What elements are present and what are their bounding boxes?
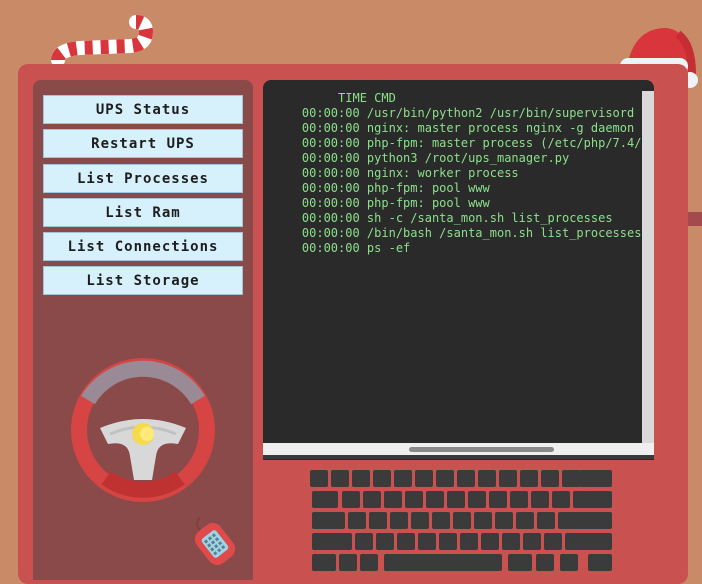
screen-base: [263, 455, 654, 459]
restart-ups-button[interactable]: Restart UPS: [43, 129, 243, 158]
keyboard-key: [520, 470, 538, 487]
keyboard-key: [342, 491, 360, 508]
list-processes-button[interactable]: List Processes: [43, 164, 243, 193]
keyboard-key: [394, 470, 412, 487]
luggage-tag-icon: [194, 517, 236, 565]
terminal-header-line: TIME CMD: [273, 91, 396, 105]
keyboard-key: [544, 533, 562, 550]
keyboard-key: [331, 470, 349, 487]
keyboard-key: [312, 491, 338, 508]
keyboard-key: [415, 470, 433, 487]
keyboard-key: [481, 533, 499, 550]
keyboard-key: [560, 554, 578, 571]
keyboard-key: [468, 491, 486, 508]
keyboard-key: [516, 512, 534, 529]
terminal-line: 00:00:00 /bin/bash /santa_mon.sh list_pr…: [273, 226, 641, 240]
keyboard-key: [339, 554, 357, 571]
terminal-line: 00:00:00 php-fpm: pool www: [273, 181, 490, 195]
ups-status-button[interactable]: UPS Status: [43, 95, 243, 124]
process-list: TIME CMD 00:00:00 /usr/bin/python2 /usr/…: [273, 91, 641, 256]
console-side-pipe: [688, 212, 702, 226]
keyboard-key: [418, 533, 436, 550]
keyboard: [310, 470, 615, 580]
keyboard-key: [565, 533, 612, 550]
keyboard-key: [397, 533, 415, 550]
keyboard-key: [411, 512, 429, 529]
keyboard-key: [474, 512, 492, 529]
keyboard-key: [508, 554, 532, 571]
keyboard-key: [536, 554, 554, 571]
keyboard-key: [376, 533, 394, 550]
steering-wheel-icon: [71, 358, 215, 502]
keyboard-key: [352, 470, 370, 487]
terminal-line: 00:00:00 python3 /root/ups_manager.py: [273, 151, 570, 165]
keyboard-key: [502, 533, 520, 550]
horizontal-scrollbar-thumb[interactable]: [409, 447, 554, 452]
keyboard-key: [588, 554, 612, 571]
keyboard-key: [495, 512, 513, 529]
list-storage-button[interactable]: List Storage: [43, 266, 243, 295]
keyboard-key: [453, 512, 471, 529]
keyboard-key: [562, 470, 580, 487]
keyboard-key: [439, 533, 457, 550]
terminal-output: TIME CMD 00:00:00 /usr/bin/python2 /usr/…: [263, 80, 641, 442]
terminal-line: 00:00:00 ps -ef: [273, 241, 411, 255]
keyboard-key: [348, 512, 366, 529]
keyboard-key: [432, 512, 450, 529]
keyboard-key: [510, 491, 528, 508]
keyboard-key: [436, 470, 454, 487]
keyboard-key: [478, 470, 496, 487]
candy-cane-icon: [51, 15, 154, 67]
keyboard-key: [312, 554, 336, 571]
terminal-line: 00:00:00 /usr/bin/python2 /usr/bin/super…: [273, 106, 635, 120]
keyboard-key: [426, 491, 444, 508]
keyboard-key: [531, 491, 549, 508]
horizontal-scrollbar[interactable]: [263, 443, 654, 455]
keyboard-key: [447, 491, 465, 508]
keyboard-key: [573, 512, 612, 529]
keyboard-key: [384, 554, 502, 571]
vertical-scrollbar[interactable]: [642, 91, 654, 443]
keyboard-key: [541, 470, 559, 487]
terminal-screen: TIME CMD 00:00:00 /usr/bin/python2 /usr/…: [263, 80, 654, 460]
keyboard-key: [373, 470, 391, 487]
keyboard-key: [310, 470, 328, 487]
keyboard-key: [369, 512, 387, 529]
keyboard-key: [537, 512, 555, 529]
keyboard-key: [579, 470, 612, 487]
keyboard-key: [523, 533, 541, 550]
list-connections-button[interactable]: List Connections: [43, 232, 243, 261]
keyboard-key: [312, 512, 345, 529]
terminal-line: 00:00:00 nginx: master process nginx -g …: [273, 121, 641, 135]
terminal-line: 00:00:00 php-fpm: master process (/etc/p…: [301, 136, 641, 150]
terminal-line: 00:00:00 sh -c /santa_mon.sh list_proces…: [273, 211, 613, 225]
keyboard-key: [457, 470, 475, 487]
terminal-line: 00:00:00 nginx: worker process: [273, 166, 519, 180]
list-ram-button[interactable]: List Ram: [43, 198, 243, 227]
keyboard-key: [588, 491, 612, 508]
keyboard-key: [355, 533, 373, 550]
keyboard-key: [489, 491, 507, 508]
keyboard-key: [390, 512, 408, 529]
keyboard-key: [384, 491, 402, 508]
keyboard-key: [312, 533, 352, 550]
keyboard-key: [405, 491, 423, 508]
terminal-line: 00:00:00 php-fpm: pool www: [273, 196, 490, 210]
keyboard-key: [360, 554, 378, 571]
keyboard-key: [460, 533, 478, 550]
keyboard-key: [499, 470, 517, 487]
keyboard-key: [363, 491, 381, 508]
keyboard-key: [552, 491, 570, 508]
